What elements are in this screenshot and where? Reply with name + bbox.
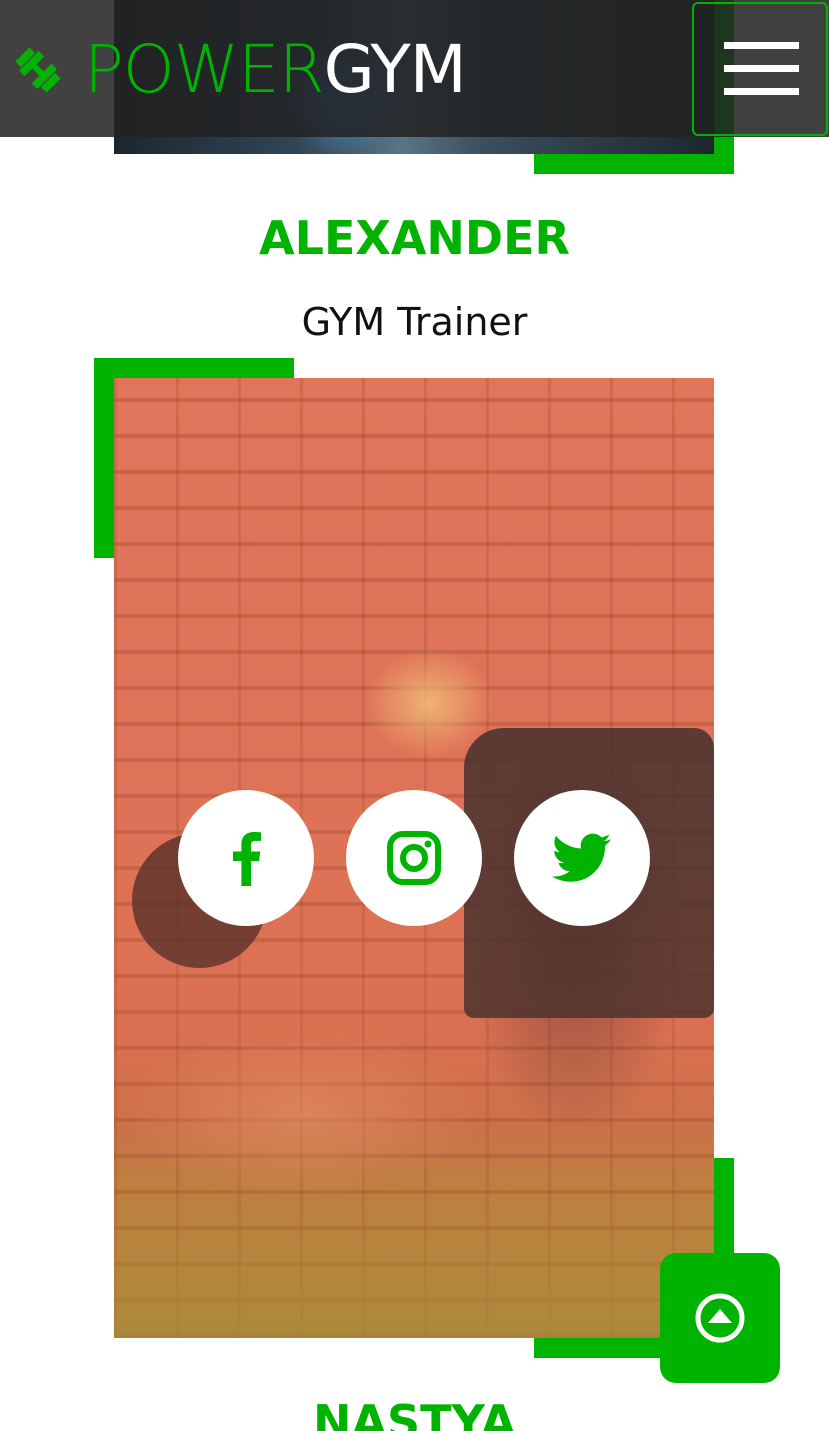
social-links — [178, 790, 650, 926]
facebook-button[interactable] — [178, 790, 314, 926]
scroll-to-top-button[interactable] — [660, 1253, 780, 1383]
site-header: POWERGYM — [0, 0, 829, 137]
logo[interactable]: POWERGYM — [10, 30, 467, 110]
arrow-up-circle-icon — [695, 1293, 745, 1343]
next-trainer-name: NASTYA — [312, 1395, 517, 1431]
hamburger-menu-icon-bar — [724, 88, 799, 95]
dumbbell-icon — [15, 47, 61, 93]
facebook-icon — [233, 832, 261, 886]
logo-text-power: POWER — [84, 31, 325, 108]
instagram-icon — [387, 831, 441, 885]
page: POWERGYM ALEXANDER GYM Trainer NASTYA — [0, 0, 829, 1431]
hamburger-menu-icon-bar — [724, 65, 799, 72]
logo-text: POWERGYM — [84, 30, 467, 110]
instagram-button[interactable] — [346, 790, 482, 926]
twitter-button[interactable] — [514, 790, 650, 926]
hamburger-menu-button[interactable] — [692, 2, 828, 136]
logo-text-gym: GYM — [323, 31, 467, 108]
trainer-name: ALEXANDER — [259, 211, 570, 265]
hamburger-menu-icon — [724, 42, 799, 49]
twitter-icon — [552, 833, 611, 882]
trainer-role: GYM Trainer — [301, 300, 528, 344]
